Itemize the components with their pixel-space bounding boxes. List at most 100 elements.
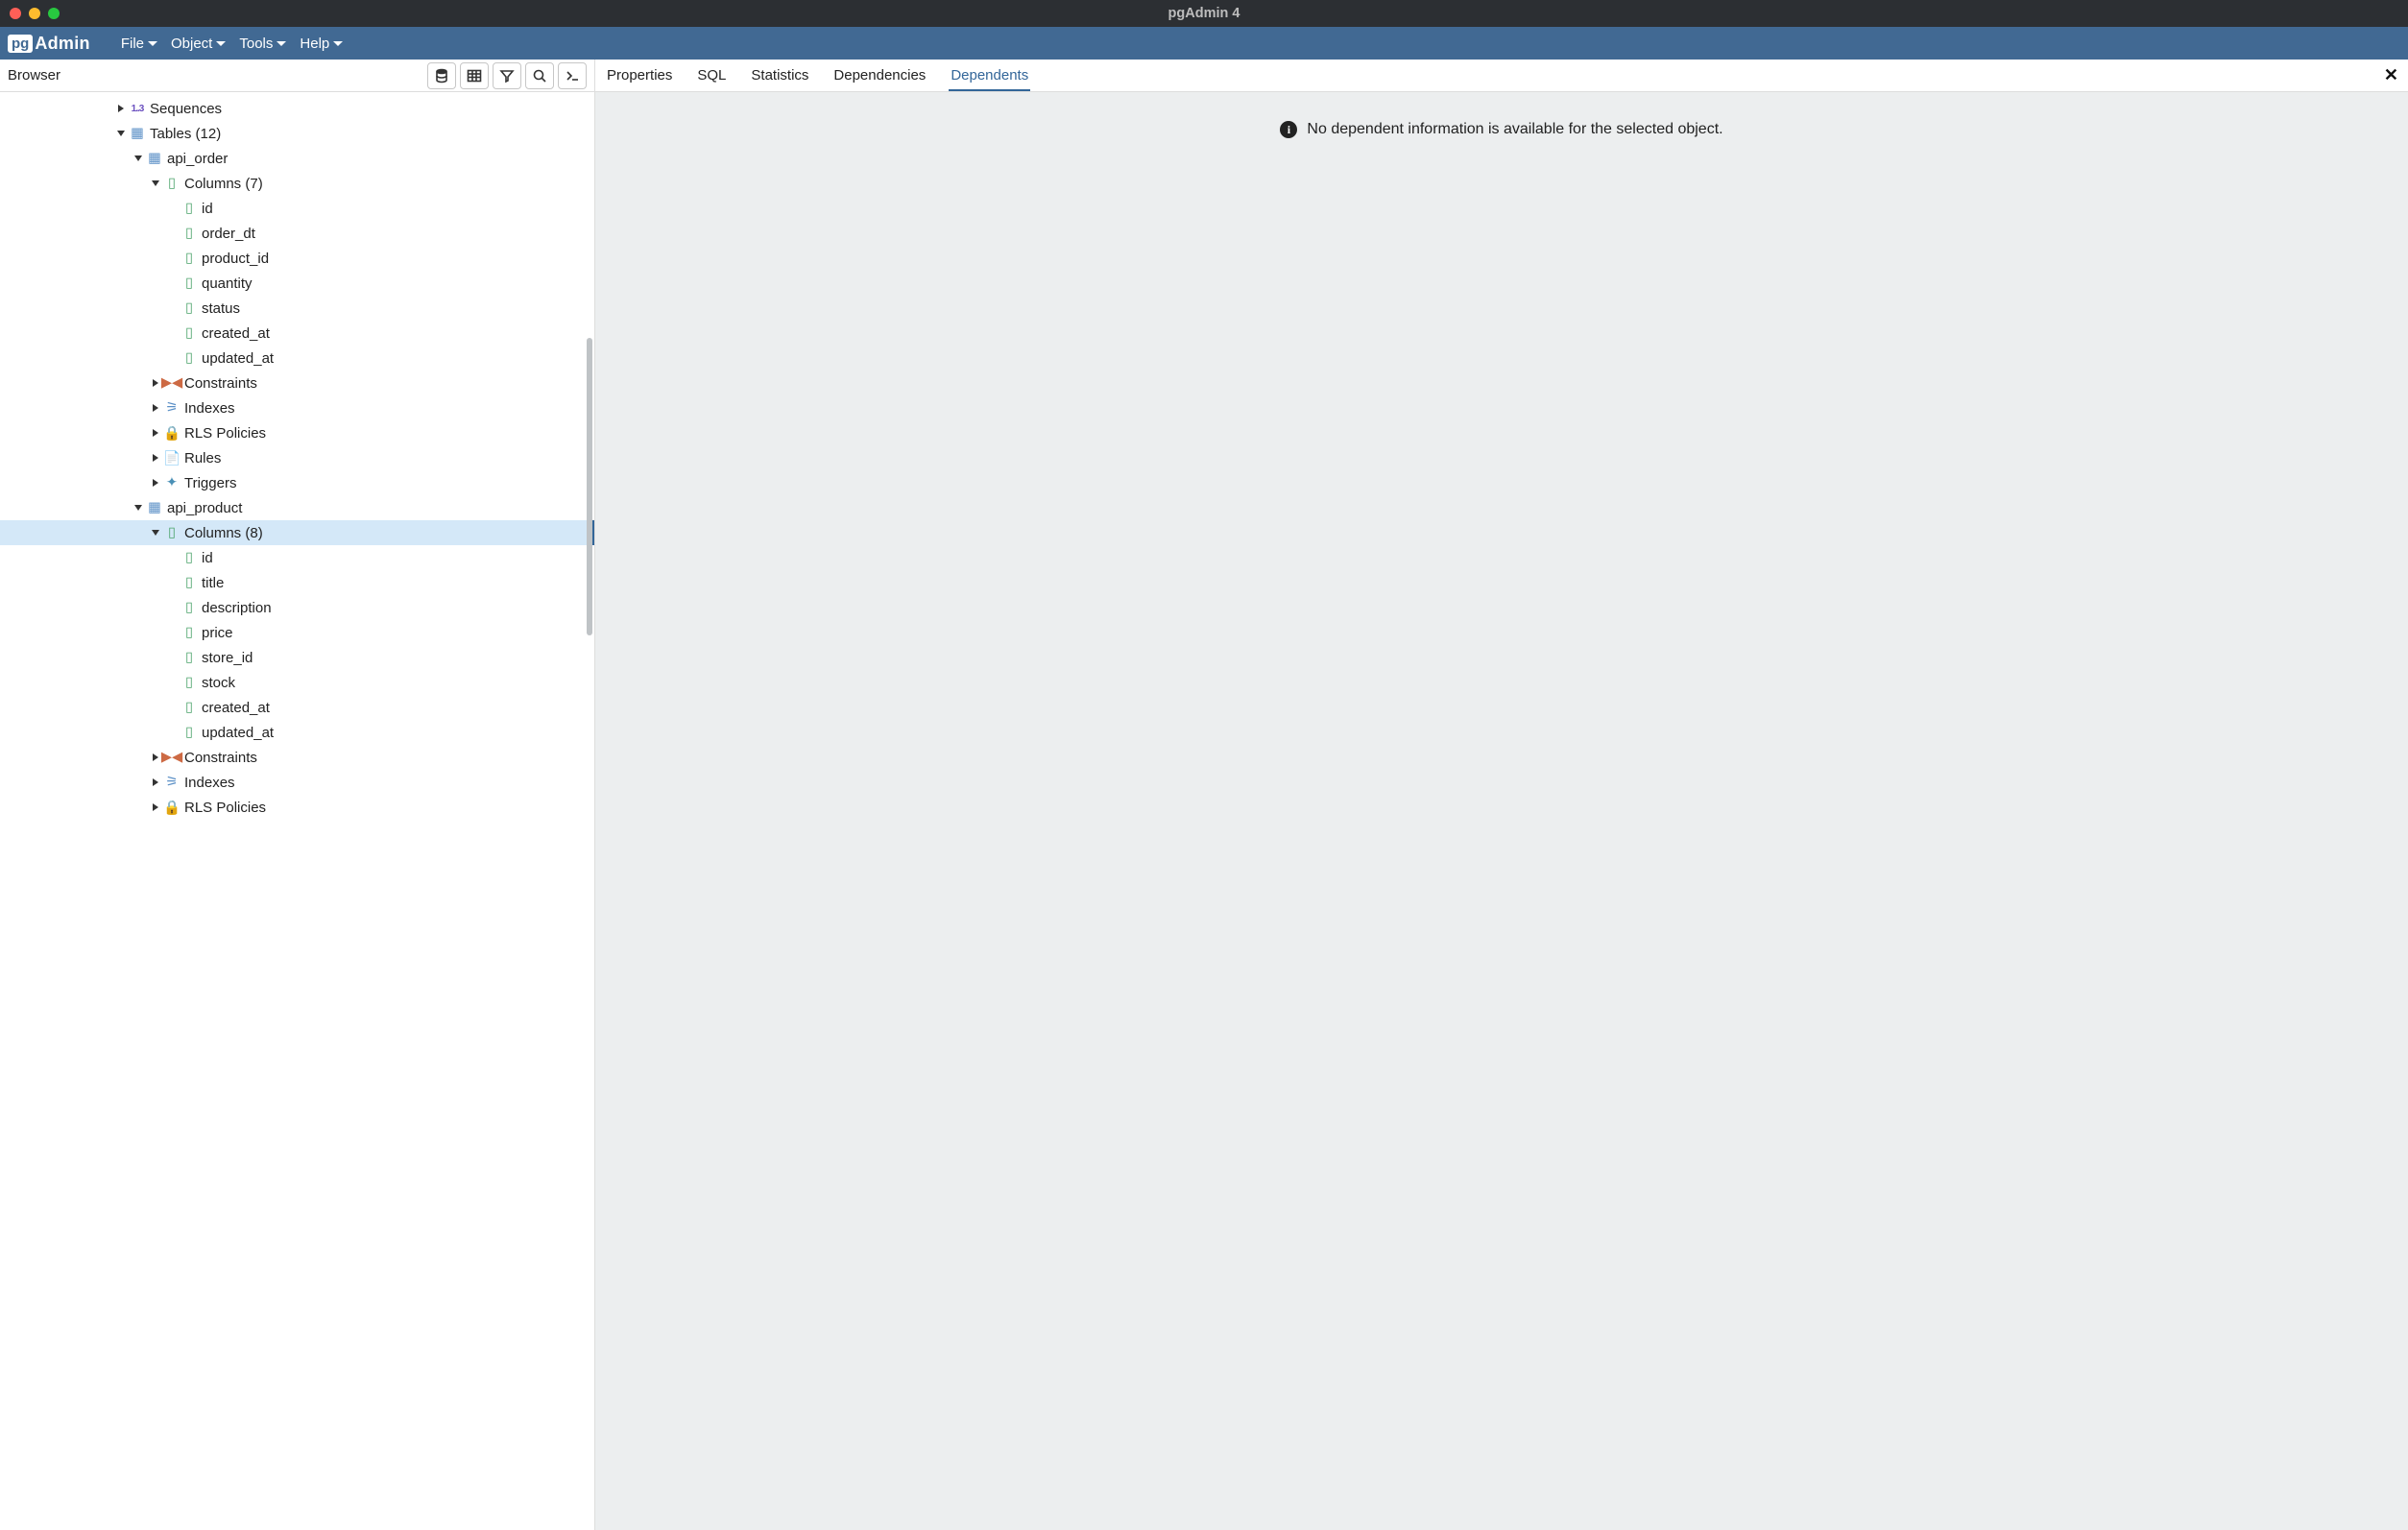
tree-label: Sequences: [150, 101, 222, 117]
filter-rows-button[interactable]: [493, 62, 521, 89]
tree-column[interactable]: ▯price: [0, 620, 594, 645]
view-data-button[interactable]: [460, 62, 489, 89]
tree-label: stock: [202, 675, 235, 691]
tree-label: order_dt: [202, 226, 255, 242]
chevron-down-icon: [148, 41, 157, 46]
tree-column[interactable]: ▯ order_dt: [0, 221, 594, 246]
column-icon: ▯: [181, 575, 198, 590]
chevron-right-icon: [153, 429, 158, 437]
psql-tool-button[interactable]: [558, 62, 587, 89]
tab-statistics[interactable]: Statistics: [749, 60, 810, 91]
tree-node-rls[interactable]: 🔒RLS Policies: [0, 420, 594, 445]
column-icon: ▯: [181, 226, 198, 241]
tree-label: Constraints: [184, 750, 257, 766]
tree-node-indexes[interactable]: ⚞Indexes: [0, 770, 594, 795]
database-icon: [434, 68, 449, 84]
browser-title: Browser: [8, 67, 60, 84]
chevron-right-icon: [153, 404, 158, 412]
tree-column[interactable]: ▯store_id: [0, 645, 594, 670]
tab-properties[interactable]: Properties: [605, 60, 674, 91]
rules-icon: 📄: [163, 450, 181, 466]
tree-node-api-order[interactable]: ▦ api_order: [0, 146, 594, 171]
tree-node-columns-product[interactable]: ▯ Columns (8): [0, 520, 594, 545]
tree-label: price: [202, 625, 233, 641]
terminal-icon: [565, 68, 580, 84]
chevron-down-icon: [277, 41, 286, 46]
tree-column[interactable]: ▯description: [0, 595, 594, 620]
tree-node-indexes[interactable]: ⚞Indexes: [0, 395, 594, 420]
titlebar: pgAdmin 4: [0, 0, 2408, 27]
chevron-right-icon: [153, 753, 158, 761]
column-icon: ▯: [181, 251, 198, 266]
tree-column[interactable]: ▯id: [0, 196, 594, 221]
tree-label: Constraints: [184, 375, 257, 392]
chevron-right-icon: [153, 454, 158, 462]
lock-icon: 🔒: [163, 800, 181, 816]
chevron-right-icon: [153, 778, 158, 786]
tree-column[interactable]: ▯title: [0, 570, 594, 595]
tree-node-columns-order[interactable]: ▯ Columns (7): [0, 171, 594, 196]
tabbar: Properties SQL Statistics Dependencies D…: [595, 60, 2408, 92]
tree-node-api-product[interactable]: ▦ api_product: [0, 495, 594, 520]
chevron-down-icon: [152, 180, 159, 186]
tree-column[interactable]: ▯id: [0, 545, 594, 570]
search-objects-button[interactable]: [525, 62, 554, 89]
browser-panel: Browser: [0, 60, 595, 1530]
query-tool-button[interactable]: [427, 62, 456, 89]
window-close-button[interactable]: [10, 8, 21, 19]
tree-node-rls[interactable]: 🔒RLS Policies: [0, 795, 594, 820]
tab-dependents[interactable]: Dependents: [949, 60, 1030, 91]
tree-node-tables[interactable]: ▦ Tables (12): [0, 121, 594, 146]
tree-node-triggers[interactable]: ✦Triggers: [0, 470, 594, 495]
close-tab-button[interactable]: ✕: [2384, 65, 2398, 85]
column-icon: ▯: [181, 675, 198, 690]
trigger-icon: ✦: [163, 475, 181, 490]
tree-column[interactable]: ▯quantity: [0, 271, 594, 296]
chevron-right-icon: [153, 379, 158, 387]
column-icon: ▯: [181, 300, 198, 316]
tree-column[interactable]: ▯updated_at: [0, 720, 594, 745]
tab-sql[interactable]: SQL: [695, 60, 728, 91]
tree-column[interactable]: ▯updated_at: [0, 346, 594, 371]
tab-label: Statistics: [751, 67, 808, 84]
main-panel: Properties SQL Statistics Dependencies D…: [595, 60, 2408, 1530]
tree-node-constraints[interactable]: ▶◀Constraints: [0, 371, 594, 395]
tree-column[interactable]: ▯product_id: [0, 246, 594, 271]
tree-column[interactable]: ▯status: [0, 296, 594, 321]
tree-label: id: [202, 550, 213, 566]
column-icon: ▯: [181, 650, 198, 665]
tabs: Properties SQL Statistics Dependencies D…: [605, 60, 1030, 91]
menubar: pg Admin File Object Tools Help: [0, 27, 2408, 60]
tree-node-constraints[interactable]: ▶◀Constraints: [0, 745, 594, 770]
menu-file-label: File: [121, 36, 144, 52]
scrollbar-thumb[interactable]: [587, 338, 592, 635]
menu-tools[interactable]: Tools: [239, 36, 286, 52]
tree-label: created_at: [202, 700, 270, 716]
window-minimize-button[interactable]: [29, 8, 40, 19]
tab-label: Dependencies: [833, 67, 926, 84]
menu-object[interactable]: Object: [171, 36, 226, 52]
info-icon: i: [1280, 121, 1297, 138]
window-title: pgAdmin 4: [0, 6, 2408, 21]
tree-label: Rules: [184, 450, 221, 466]
chevron-right-icon: [118, 105, 124, 112]
tree-node-sequences[interactable]: 1..3 Sequences: [0, 96, 594, 121]
table-icon: ▦: [146, 500, 163, 515]
tab-label: Dependents: [951, 67, 1028, 84]
constraints-icon: ▶◀: [163, 750, 181, 765]
menu-file[interactable]: File: [121, 36, 157, 52]
tree-column[interactable]: ▯ stock: [0, 670, 594, 695]
filter-icon: [499, 68, 515, 84]
tree-label: Indexes: [184, 775, 235, 791]
column-icon: ▯: [181, 350, 198, 366]
tree-label: RLS Policies: [184, 800, 266, 816]
tree-column[interactable]: ▯created_at: [0, 695, 594, 720]
object-tree[interactable]: 1..3 Sequences ▦ Tables (12) ▦ api_order…: [0, 92, 594, 1530]
chevron-down-icon: [216, 41, 226, 46]
tree-node-rules[interactable]: 📄Rules: [0, 445, 594, 470]
window-controls: [10, 8, 60, 19]
tab-dependencies[interactable]: Dependencies: [831, 60, 927, 91]
window-zoom-button[interactable]: [48, 8, 60, 19]
menu-help[interactable]: Help: [300, 36, 343, 52]
tree-column[interactable]: ▯created_at: [0, 321, 594, 346]
